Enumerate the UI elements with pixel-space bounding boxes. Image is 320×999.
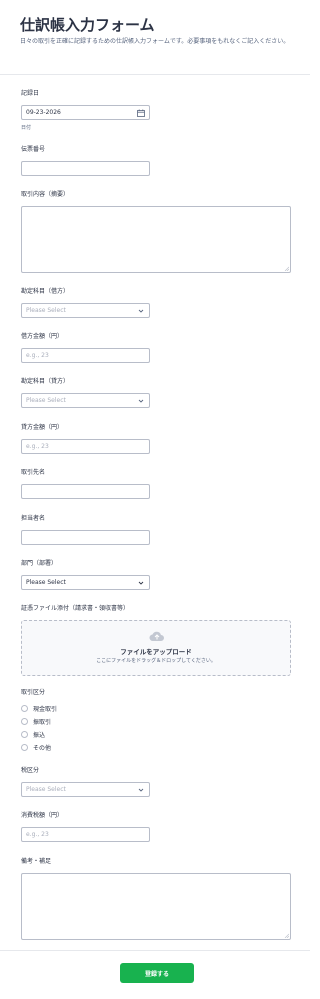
credit-amount-input[interactable]: e.g., 23 — [21, 439, 150, 454]
radio-button[interactable] — [21, 731, 28, 738]
tax-category-placeholder: Please Select — [26, 786, 66, 793]
credit-account-placeholder: Please Select — [26, 397, 66, 404]
date-sublabel: 日付 — [21, 125, 32, 131]
debit-amount-label: 借方金額（円） — [21, 333, 64, 340]
chevron-down-icon — [138, 399, 144, 403]
tax-amount-placeholder: e.g., 23 — [26, 831, 49, 838]
resize-handle-icon[interactable] — [284, 266, 289, 271]
page-subtitle: 日々の取引を正確に記録するための仕訳帳入力フォームです。必要事項をもれなくご記入… — [20, 38, 290, 45]
department-value: Please Select — [26, 579, 66, 586]
debit-account-placeholder: Please Select — [26, 307, 66, 314]
page-title: 仕訳帳入力フォーム — [20, 16, 155, 34]
department-select[interactable]: Please Select — [21, 575, 150, 590]
department-label: 部門（部署） — [21, 560, 58, 567]
description-textarea[interactable] — [21, 206, 291, 273]
radio-option-bank-transfer[interactable]: 振込 — [21, 730, 45, 739]
client-label: 取引先名 — [21, 469, 46, 476]
radio-label: その他 — [33, 745, 52, 752]
file-upload-dropzone[interactable]: ファイルをアップロード ここにファイルをドラッグ＆ドロップしてください。 — [21, 620, 291, 676]
tax-category-label: 税区分 — [21, 767, 40, 774]
date-label: 記録日 — [21, 90, 40, 97]
chevron-down-icon — [138, 309, 144, 313]
tax-amount-input[interactable]: e.g., 23 — [21, 827, 150, 842]
radio-option-transfer[interactable]: 振取引 — [21, 717, 51, 726]
debit-account-label: 勘定科目（借方） — [21, 288, 70, 295]
chevron-down-icon — [138, 788, 144, 792]
calendar-icon[interactable] — [137, 109, 145, 117]
radio-label: 現金取引 — [33, 706, 58, 713]
person-input[interactable] — [21, 530, 150, 545]
notes-textarea[interactable] — [21, 873, 291, 940]
debit-amount-input[interactable]: e.g., 23 — [21, 348, 150, 363]
debit-amount-placeholder: e.g., 23 — [26, 352, 49, 359]
attachment-label: 証憑ファイル添付（請求書・領収書等） — [21, 605, 130, 612]
radio-option-cash[interactable]: 現金取引 — [21, 704, 57, 713]
submit-button[interactable]: 登録する — [120, 963, 194, 983]
chevron-down-icon — [138, 581, 144, 585]
form-header: 仕訳帳入力フォーム 日々の取引を正確に記録するための仕訳帳入力フォームです。必要… — [0, 0, 310, 75]
radio-button[interactable] — [21, 705, 28, 712]
radio-button[interactable] — [21, 744, 28, 751]
footer-divider — [0, 950, 310, 951]
date-input[interactable]: 09-23-2026 — [21, 105, 150, 120]
cloud-upload-icon — [149, 631, 164, 642]
credit-account-label: 勘定科目（貸方） — [21, 378, 70, 385]
voucher-input[interactable] — [21, 161, 150, 176]
debit-account-select[interactable]: Please Select — [21, 303, 150, 318]
tax-category-select[interactable]: Please Select — [21, 782, 150, 797]
date-value: 09-23-2026 — [26, 109, 61, 116]
description-label: 取引内容（摘要） — [21, 191, 70, 198]
person-label: 担当者名 — [21, 515, 46, 522]
radio-label: 振込 — [33, 732, 46, 739]
credit-amount-placeholder: e.g., 23 — [26, 443, 49, 450]
resize-handle-icon[interactable] — [284, 933, 289, 938]
radio-label: 振取引 — [33, 719, 52, 726]
voucher-label: 伝票番号 — [21, 146, 46, 153]
radio-option-other[interactable]: その他 — [21, 743, 51, 752]
notes-label: 備考・補足 — [21, 858, 52, 865]
upload-hint: ここにファイルをドラッグ＆ドロップしてください。 — [96, 658, 216, 664]
transaction-type-label: 取引区分 — [21, 689, 46, 696]
credit-amount-label: 貸方金額（円） — [21, 424, 64, 431]
client-input[interactable] — [21, 484, 150, 499]
radio-button[interactable] — [21, 718, 28, 725]
credit-account-select[interactable]: Please Select — [21, 393, 150, 408]
tax-amount-label: 消費税額（円） — [21, 812, 64, 819]
upload-title: ファイルをアップロード — [120, 648, 192, 656]
